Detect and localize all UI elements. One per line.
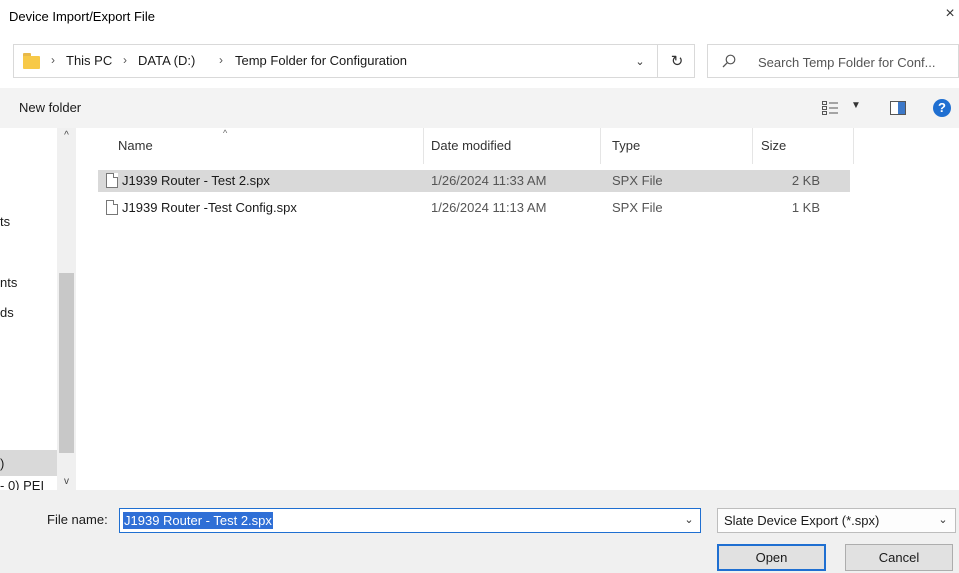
search-box[interactable] [707,44,959,78]
file-row[interactable]: J1939 Router - Test 2.spx 1/26/2024 11:3… [98,170,850,192]
file-icon [106,200,118,215]
navigation-pane: ts nts ds ) - 0) PEI ^ v [0,128,76,490]
breadcrumb-separator[interactable]: › [51,53,55,67]
scroll-up-icon[interactable]: ^ [57,128,76,144]
nav-item[interactable]: ) [0,456,4,471]
file-name: J1939 Router -Test Config.spx [122,200,297,215]
nav-scrollbar[interactable]: ^ v [57,128,76,490]
nav-item[interactable]: nts [0,275,17,290]
file-name-input[interactable]: J1939 Router - Test 2.spx ⌄ [119,508,701,533]
breadcrumb-data-drive[interactable]: DATA (D:) [138,53,195,68]
file-type-select[interactable]: Slate Device Export (*.spx) ⌄ [717,508,956,533]
breadcrumb-separator[interactable]: › [123,53,127,67]
title-bar: Device Import/Export File × [0,0,959,34]
file-date: 1/26/2024 11:13 AM [431,200,547,215]
folder-icon [23,53,40,69]
address-bar[interactable]: › This PC › DATA (D:) › Temp Folder for … [13,44,695,78]
breadcrumb-temp-folder[interactable]: Temp Folder for Configuration [235,53,407,68]
column-label: Type [612,138,641,153]
chevron-down-icon[interactable]: ⌄ [678,509,700,532]
file-type-value: Slate Device Export (*.spx) [724,513,880,528]
window-title: Device Import/Export File [9,9,155,24]
new-folder-button[interactable]: New folder [19,100,81,115]
nav-item[interactable]: - 0) PEI [0,478,44,490]
close-button[interactable]: × [941,4,959,24]
cancel-button[interactable]: Cancel [845,544,953,571]
refresh-icon[interactable]: ↻ [664,51,690,73]
column-header-size[interactable]: Size [753,128,850,164]
view-dropdown-icon[interactable]: ▼ [851,100,861,111]
nav-item-selected[interactable] [0,450,57,476]
view-options-icon[interactable] [822,101,838,115]
column-label: Name [118,138,153,153]
column-header-name[interactable]: Name [98,128,424,164]
file-type: SPX File [612,200,663,215]
nav-item[interactable]: ds [0,305,14,320]
sort-ascending-icon: ^ [223,128,228,138]
file-list: Name ^ Date modified Type Size J1939 Rou… [76,128,959,490]
file-date: 1/26/2024 11:33 AM [431,173,547,188]
file-icon [106,173,118,188]
chevron-down-icon[interactable]: ⌄ [626,51,654,73]
search-icon [722,54,736,68]
column-label: Size [761,138,787,153]
preview-pane-icon[interactable] [890,101,906,115]
search-input[interactable] [758,52,958,72]
column-divider[interactable] [853,128,854,164]
toolbar: New folder ▼ ? [0,88,959,128]
open-button[interactable]: Open [717,544,826,571]
file-size: 1 KB [791,200,820,215]
dialog-footer: File name: J1939 Router - Test 2.spx ⌄ S… [0,490,959,573]
scroll-thumb[interactable] [59,273,74,453]
column-header-type[interactable]: Type [601,128,752,164]
nav-item[interactable]: ts [0,214,10,229]
file-name-value[interactable]: J1939 Router - Test 2.spx [123,512,273,529]
file-name: J1939 Router - Test 2.spx [122,173,270,188]
chevron-down-icon[interactable]: ⌄ [933,509,953,532]
file-size: 2 KB [791,173,820,188]
scroll-down-icon[interactable]: v [57,474,76,490]
file-name-label: File name: [47,512,108,527]
file-type: SPX File [612,173,663,188]
address-divider [657,45,658,77]
column-header-date[interactable]: Date modified [424,128,600,164]
file-row[interactable]: J1939 Router -Test Config.spx 1/26/2024 … [98,197,850,219]
column-label: Date modified [431,138,512,153]
help-icon[interactable]: ? [933,99,951,117]
breadcrumb-this-pc[interactable]: This PC [66,53,112,68]
breadcrumb-separator[interactable]: › [219,53,223,67]
